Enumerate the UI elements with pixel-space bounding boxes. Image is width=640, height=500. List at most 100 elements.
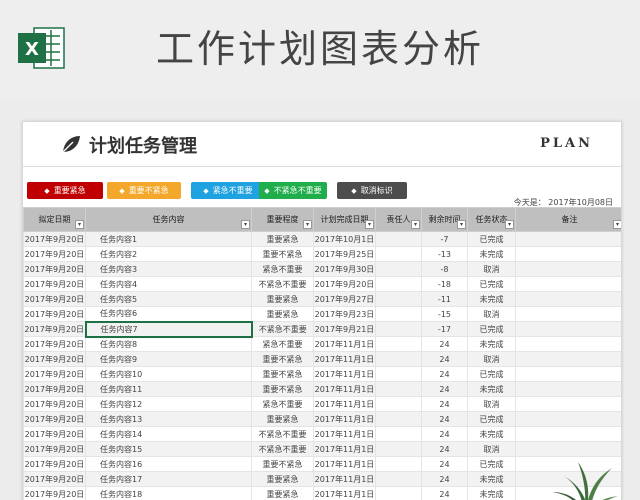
table-cell[interactable]: 2017年11月1日 [313, 381, 376, 397]
table-cell[interactable]: 已完成 [467, 411, 516, 427]
table-cell[interactable]: 2017年10月1日 [313, 231, 376, 247]
table-cell[interactable]: 2017年9月30日 [313, 261, 376, 277]
table-cell[interactable] [515, 261, 621, 277]
table-cell[interactable] [375, 291, 422, 307]
table-cell[interactable] [515, 441, 621, 457]
table-cell[interactable]: 任务内容5 [85, 291, 252, 307]
table-cell[interactable]: 24 [421, 351, 468, 367]
table-cell[interactable]: 任务内容11 [85, 381, 252, 397]
table-cell[interactable]: 2017年9月20日 [23, 276, 86, 292]
table-cell[interactable]: 任务内容1 [85, 231, 252, 247]
table-cell[interactable]: 任务内容6 [85, 306, 252, 322]
table-cell[interactable]: 任务内容4 [85, 276, 252, 292]
table-cell[interactable]: -7 [421, 231, 468, 247]
table-cell[interactable]: 未完成 [467, 291, 516, 307]
table-cell[interactable]: 2017年9月20日 [23, 381, 86, 397]
table-cell[interactable] [375, 351, 422, 367]
table-cell[interactable] [515, 366, 621, 382]
table-cell[interactable]: 任务内容13 [85, 411, 252, 427]
table-cell[interactable] [375, 321, 422, 337]
table-cell[interactable] [375, 306, 422, 322]
table-cell[interactable]: 24 [421, 411, 468, 427]
table-cell[interactable]: 2017年9月20日 [23, 351, 86, 367]
table-cell[interactable]: 2017年9月23日 [313, 306, 376, 322]
table-cell[interactable]: -11 [421, 291, 468, 307]
table-cell[interactable] [375, 366, 422, 382]
table-cell[interactable]: 取消 [467, 441, 516, 457]
table-cell[interactable] [375, 336, 422, 352]
table-cell[interactable]: 不紧急不重要 [251, 441, 314, 457]
filter-dropdown-icon[interactable]: ▾ [303, 220, 312, 229]
table-cell[interactable]: 重要紧急 [251, 306, 314, 322]
table-cell[interactable]: 2017年9月20日 [23, 411, 86, 427]
table-cell[interactable] [375, 381, 422, 397]
table-cell[interactable]: 任务内容3 [85, 261, 252, 277]
table-cell[interactable]: 2017年9月20日 [23, 471, 86, 487]
table-cell[interactable] [515, 336, 621, 352]
table-cell[interactable]: 24 [421, 396, 468, 412]
table-cell[interactable]: 2017年9月20日 [23, 441, 86, 457]
table-cell[interactable] [515, 276, 621, 292]
table-cell[interactable]: 未完成 [467, 471, 516, 487]
table-cell[interactable] [375, 426, 422, 442]
table-cell[interactable]: -13 [421, 246, 468, 262]
table-cell[interactable]: 24 [421, 336, 468, 352]
table-cell[interactable]: 24 [421, 441, 468, 457]
table-cell[interactable]: 2017年9月20日 [23, 291, 86, 307]
table-cell[interactable]: 任务内容9 [85, 351, 252, 367]
table-cell[interactable]: 24 [421, 366, 468, 382]
table-cell[interactable]: 取消 [467, 261, 516, 277]
table-cell[interactable]: 2017年11月1日 [313, 441, 376, 457]
table-cell[interactable] [375, 441, 422, 457]
table-cell[interactable]: 未完成 [467, 426, 516, 442]
table-cell[interactable]: 不紧急不重要 [251, 426, 314, 442]
table-cell[interactable]: -17 [421, 321, 468, 337]
table-cell[interactable]: 未完成 [467, 336, 516, 352]
table-cell[interactable]: 重要不紧急 [251, 366, 314, 382]
table-cell[interactable]: 紧急不重要 [251, 261, 314, 277]
table-cell[interactable]: 2017年9月21日 [313, 321, 376, 337]
table-cell[interactable]: 任务内容8 [85, 336, 252, 352]
table-cell[interactable] [515, 291, 621, 307]
table-cell[interactable] [375, 396, 422, 412]
table-cell[interactable]: 2017年11月1日 [313, 411, 376, 427]
table-cell[interactable] [515, 381, 621, 397]
table-cell[interactable]: 24 [421, 381, 468, 397]
table-cell[interactable]: 2017年11月1日 [313, 336, 376, 352]
table-cell[interactable]: 2017年9月20日 [23, 246, 86, 262]
table-cell[interactable]: 已完成 [467, 456, 516, 472]
table-cell[interactable]: 任务内容14 [85, 426, 252, 442]
table-cell[interactable]: -8 [421, 261, 468, 277]
table-cell[interactable]: 未完成 [467, 246, 516, 262]
table-cell[interactable]: 重要紧急 [251, 291, 314, 307]
table-cell[interactable]: 取消 [467, 306, 516, 322]
table-cell[interactable]: 未完成 [467, 486, 516, 500]
table-cell[interactable]: 2017年11月1日 [313, 396, 376, 412]
table-cell[interactable] [375, 246, 422, 262]
table-cell[interactable]: 紧急不重要 [251, 336, 314, 352]
table-cell[interactable]: 紧急不重要 [251, 396, 314, 412]
table-cell[interactable]: 已完成 [467, 231, 516, 247]
table-cell[interactable] [515, 426, 621, 442]
table-cell[interactable]: 2017年11月1日 [313, 426, 376, 442]
filter-dropdown-icon[interactable]: ▾ [613, 220, 621, 229]
table-cell[interactable]: 任务内容10 [85, 366, 252, 382]
table-cell[interactable]: 2017年11月1日 [313, 366, 376, 382]
table-cell[interactable] [515, 396, 621, 412]
filter-dropdown-icon[interactable]: ▾ [75, 220, 84, 229]
table-cell[interactable]: -15 [421, 306, 468, 322]
filter-dropdown-icon[interactable]: ▾ [411, 220, 420, 229]
table-cell[interactable]: 2017年9月20日 [23, 306, 86, 322]
table-cell[interactable]: 任务内容15 [85, 441, 252, 457]
table-cell[interactable]: 2017年9月20日 [23, 486, 86, 500]
table-cell[interactable]: 24 [421, 426, 468, 442]
table-cell[interactable]: 2017年11月1日 [313, 456, 376, 472]
table-cell[interactable]: 2017年9月20日 [23, 336, 86, 352]
table-cell[interactable]: 2017年11月1日 [313, 486, 376, 500]
table-cell[interactable]: 任务内容17 [85, 471, 252, 487]
table-cell[interactable] [375, 411, 422, 427]
table-cell[interactable]: 2017年9月20日 [23, 396, 86, 412]
table-cell[interactable] [515, 411, 621, 427]
table-cell[interactable]: 24 [421, 486, 468, 500]
table-cell[interactable]: 重要不紧急 [251, 381, 314, 397]
